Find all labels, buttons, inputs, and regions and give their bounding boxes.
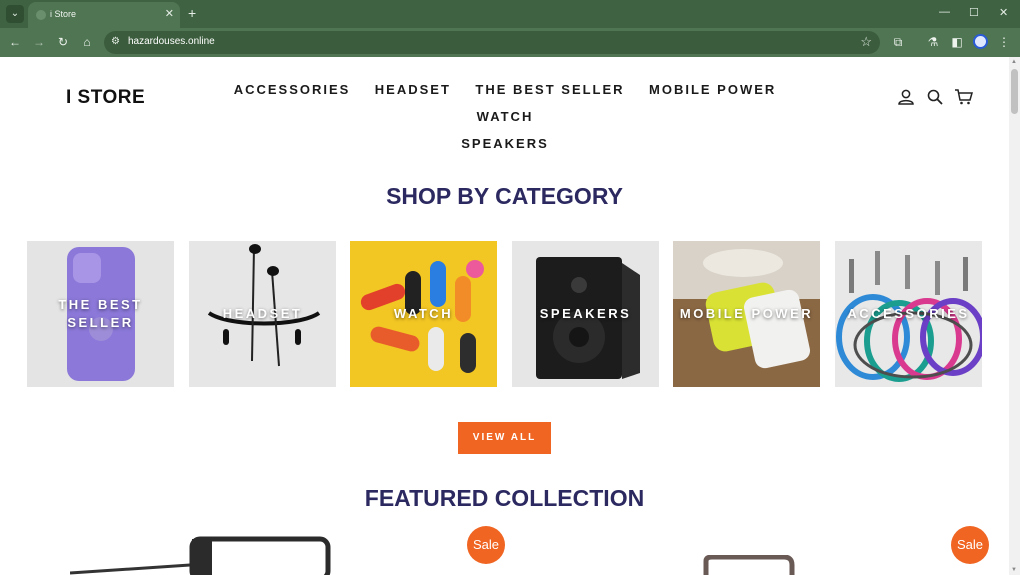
minimize-icon[interactable]: — [939, 6, 950, 18]
scroll-thumb[interactable] [1011, 69, 1018, 114]
product-image-partial [703, 555, 795, 575]
sale-badge: Sale [951, 526, 989, 564]
tab-search-icon[interactable]: ⌄ [6, 5, 24, 23]
menu-kebab-icon[interactable]: ⋮ [996, 34, 1012, 50]
category-card-watch[interactable]: WATCH [350, 241, 497, 387]
nav-accessories[interactable]: ACCESSORIES [234, 76, 351, 103]
main-navigation: ACCESSORIES HEADSET THE BEST SELLER MOBI… [200, 76, 810, 157]
view-all-button[interactable]: VIEW ALL [458, 422, 551, 454]
back-icon[interactable]: ← [7, 34, 23, 50]
nav-watch[interactable]: WATCH [477, 103, 534, 130]
shop-by-category-title: SHOP BY CATEGORY [386, 183, 623, 209]
sale-badge: Sale [467, 526, 505, 564]
category-card-accessories[interactable]: ACCESSORIES [835, 241, 982, 387]
scroll-up-icon[interactable]: ▲ [1011, 59, 1017, 65]
extensions-icon[interactable]: ⧉ [890, 34, 906, 50]
browser-tab[interactable]: i Store ✕ [28, 2, 180, 28]
nav-mobile-power[interactable]: MOBILE POWER [649, 76, 776, 103]
category-label: WATCH [393, 306, 454, 321]
nav-speakers[interactable]: SPEAKERS [461, 130, 549, 157]
category-card-headset[interactable]: HEADSET [189, 241, 336, 387]
side-panel-icon[interactable]: ◧ [949, 34, 965, 50]
close-tab-icon[interactable]: ✕ [165, 7, 174, 20]
address-bar[interactable]: ⚙ hazardouses.online ☆ [104, 31, 880, 54]
web-page: I STORE ACCESSORIES HEADSET THE BEST SEL… [0, 57, 1009, 575]
category-card-speakers[interactable]: SPEAKERS [512, 241, 659, 387]
nav-headset[interactable]: HEADSET [375, 76, 451, 103]
featured-collection-title: FEATURED COLLECTION [364, 485, 645, 511]
scroll-down-icon[interactable]: ▼ [1011, 567, 1017, 573]
cart-icon[interactable] [954, 88, 974, 106]
maximize-icon[interactable]: ☐ [969, 6, 979, 19]
category-label: HEADSET [222, 306, 303, 321]
labs-flask-icon[interactable]: ⚗ [925, 34, 941, 50]
site-info-icon[interactable]: ⚙ [111, 36, 120, 47]
favicon-icon [36, 10, 46, 20]
new-tab-icon[interactable]: + [188, 5, 196, 21]
category-label: THE BEST SELLER [58, 297, 143, 330]
category-card-mobile-power[interactable]: MOBILE POWER [673, 241, 820, 387]
browser-tab-bar: ⌄ i Store ✕ + — ☐ ✕ [0, 0, 1020, 28]
tab-title: i Store [50, 9, 77, 19]
category-label: SPEAKERS [539, 306, 632, 321]
window-close-icon[interactable]: ✕ [999, 6, 1008, 19]
account-icon[interactable] [897, 88, 915, 106]
category-card-best-seller[interactable]: THE BEST SELLER [27, 241, 174, 387]
category-label: ACCESSORIES [847, 306, 970, 321]
bookmark-star-icon[interactable]: ☆ [860, 34, 872, 50]
product-image-partial [70, 536, 331, 575]
category-label: MOBILE POWER [679, 306, 814, 321]
home-icon[interactable]: ⌂ [79, 34, 95, 50]
page-scrollbar[interactable]: ▲ ▼ [1009, 57, 1020, 575]
profile-avatar-icon[interactable] [973, 34, 988, 49]
reload-icon[interactable]: ↻ [55, 34, 71, 50]
forward-icon[interactable]: → [31, 34, 47, 50]
store-logo[interactable]: I STORE [66, 87, 145, 109]
nav-best-seller[interactable]: THE BEST SELLER [475, 76, 624, 103]
browser-toolbar: ← → ↻ ⌂ ⚙ hazardouses.online ☆ ⧉ ⚗ ◧ ⋮ [0, 28, 1020, 57]
url-text: hazardouses.online [128, 36, 215, 47]
search-icon[interactable] [926, 88, 944, 106]
